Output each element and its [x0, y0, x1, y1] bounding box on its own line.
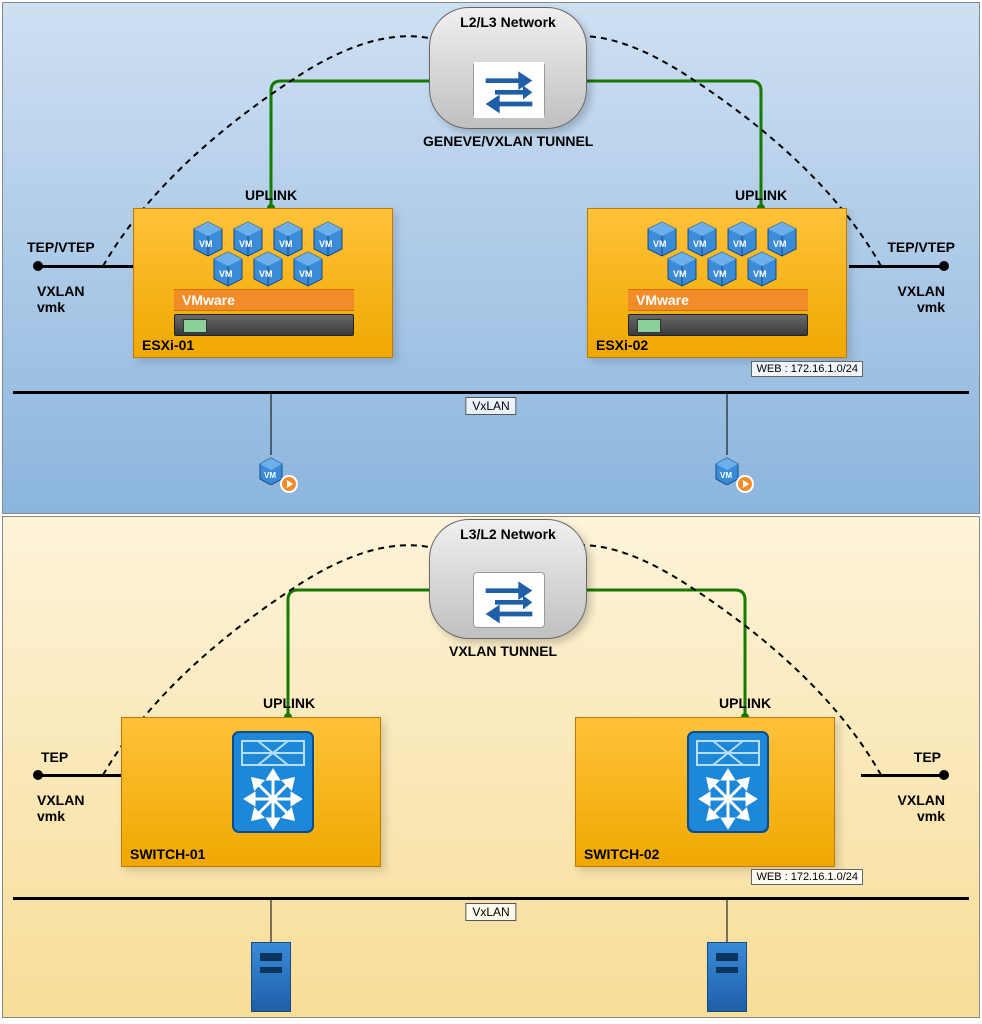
- tunnel-label-top: GENEVE/VXLAN TUNNEL: [423, 133, 593, 149]
- vmware-bar-right: VMware: [628, 289, 808, 311]
- panel-physical: L3/L2 Network VXLAN TUNNEL UPLINK UPLINK…: [2, 516, 980, 1018]
- svg-text:VM: VM: [259, 269, 273, 279]
- l3-switch-glyph: [474, 572, 544, 628]
- server-tower-icon: [251, 942, 291, 1012]
- vm-cube-icon: VM: [288, 247, 328, 287]
- vm-cube-icon: VM: [662, 247, 702, 287]
- cloud-title-top: L2/L3 Network: [430, 8, 586, 30]
- svg-text:VM: VM: [720, 471, 732, 480]
- switch-right-label: SWITCH-02: [584, 846, 659, 862]
- vm-cube-icon: VM: [702, 247, 742, 287]
- l3-switch-glyph: [474, 62, 544, 118]
- web-subnet-label-top: WEB : 172.16.1.0/24: [751, 361, 863, 377]
- tep-line-left-top: [41, 265, 133, 268]
- uplink-right-bottom: UPLINK: [719, 695, 771, 711]
- tep-line-left-bottom: [41, 774, 121, 777]
- switch-icon: [473, 572, 545, 628]
- vxlan-segment-top: [13, 391, 969, 394]
- switch-left-label: SWITCH-01: [130, 846, 205, 862]
- play-badge-icon: [280, 475, 298, 493]
- vxlan-segment-bottom: [13, 897, 969, 900]
- tunnel-label-bottom: VXLAN TUNNEL: [449, 643, 557, 659]
- tep-right-label-bottom: TEP: [914, 749, 941, 765]
- vxlan-vmk-left-bottom: VXLAN vmk: [37, 792, 84, 824]
- server-tower-icon: [707, 942, 747, 1012]
- web-subnet-label-bottom: WEB : 172.16.1.0/24: [751, 869, 863, 885]
- server-base-icon: [174, 314, 354, 336]
- vxlan-vmk-right-bottom: VXLAN vmk: [898, 792, 945, 824]
- svg-text:VM: VM: [299, 269, 313, 279]
- tep-right-label-top: TEP/VTEP: [887, 239, 955, 255]
- nexus-switch-icon: [683, 727, 773, 837]
- vm-cube-icon: VM: [742, 247, 782, 287]
- host-right-label: ESXi-02: [596, 337, 648, 353]
- tep-line-right-top: [849, 265, 941, 268]
- play-badge-icon: [736, 475, 754, 493]
- tep-left-label-top: TEP/VTEP: [27, 239, 95, 255]
- cloud-network-top: L2/L3 Network: [429, 7, 587, 129]
- vmware-bar-left: VMware: [174, 289, 354, 311]
- panel-vmware: L2/L3 Network GENEVE/VXLAN TUNNEL UPLINK…: [2, 2, 980, 514]
- uplink-left-top: UPLINK: [245, 187, 297, 203]
- server-base-icon: [628, 314, 808, 336]
- vxlan-line-label-top: VxLAN: [465, 397, 516, 415]
- vxlan-vmk-right-top: VXLAN vmk: [898, 283, 945, 315]
- tep-left-label-bottom: TEP: [41, 749, 68, 765]
- cloud-network-bottom: L3/L2 Network: [429, 519, 587, 639]
- vm-cube-icon: VM: [208, 247, 248, 287]
- switch-icon: [473, 62, 545, 118]
- svg-text:VM: VM: [219, 269, 233, 279]
- tep-line-right-bottom: [861, 774, 941, 777]
- host-left-label: ESXi-01: [142, 337, 194, 353]
- uplink-right-top: UPLINK: [735, 187, 787, 203]
- svg-text:VM: VM: [753, 269, 767, 279]
- cloud-title-bottom: L3/L2 Network: [430, 520, 586, 542]
- vm-cube-icon: VM: [248, 247, 288, 287]
- svg-text:VM: VM: [264, 471, 276, 480]
- svg-text:VM: VM: [673, 269, 687, 279]
- svg-text:VM: VM: [713, 269, 727, 279]
- vxlan-line-label-bottom: VxLAN: [465, 903, 516, 921]
- uplink-left-bottom: UPLINK: [263, 695, 315, 711]
- nexus-switch-icon: [228, 727, 318, 837]
- vxlan-vmk-left-top: VXLAN vmk: [37, 283, 84, 315]
